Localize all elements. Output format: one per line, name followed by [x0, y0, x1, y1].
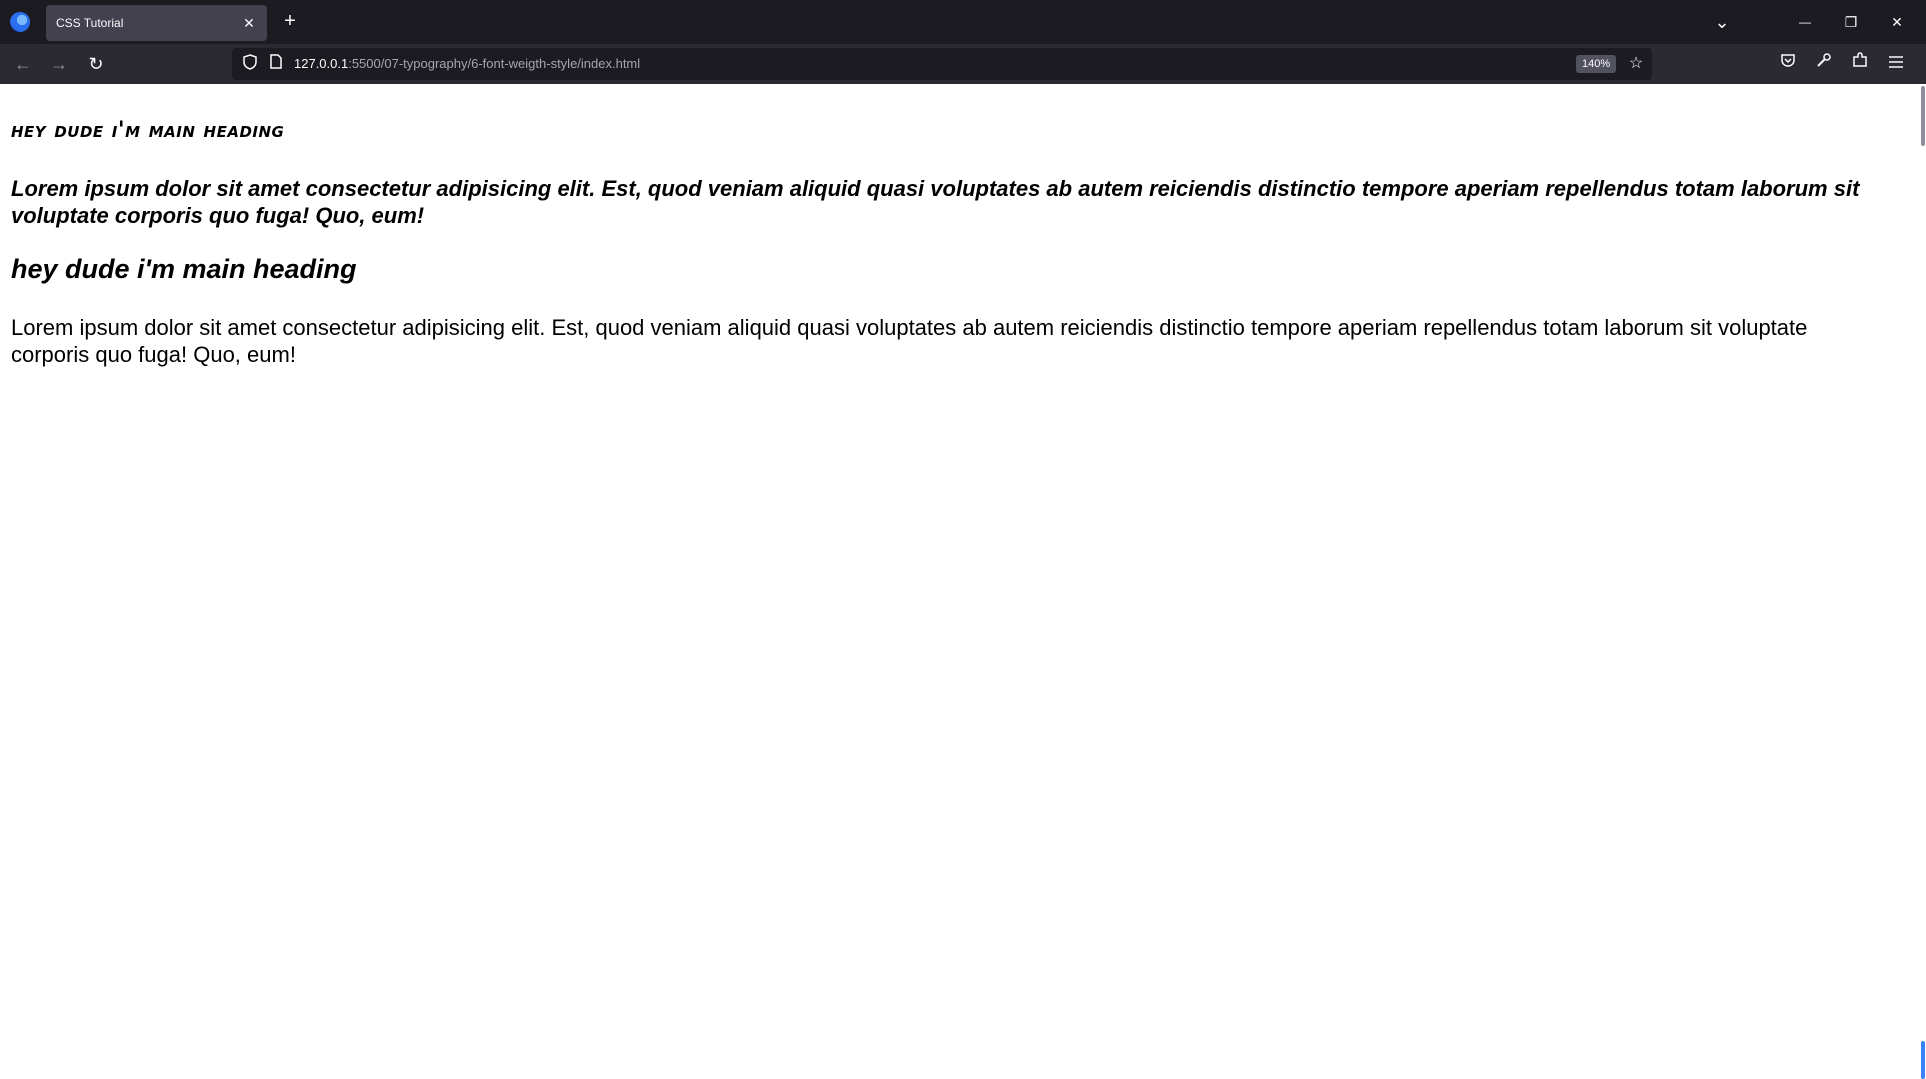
shield-icon[interactable]	[240, 54, 260, 74]
forward-button[interactable]: →	[45, 50, 73, 78]
heading-fancy: hey dude i'm main heading	[11, 118, 285, 143]
zoom-level-badge[interactable]: 140%	[1576, 55, 1617, 73]
pocket-icon[interactable]	[1774, 50, 1802, 78]
back-button[interactable]: ←	[9, 50, 37, 78]
navigation-toolbar: ← → ↻ 127.0.0.1:5500/07-typography/6-fon…	[0, 44, 1926, 84]
tab-css-tutorial[interactable]: CSS Tutorial ✕	[46, 5, 267, 41]
url-text[interactable]: 127.0.0.1:5500/07-typography/6-font-weig…	[294, 56, 640, 71]
tab-strip: CSS Tutorial ✕ + ⌄ — ❐ ✕	[0, 0, 1926, 44]
tab-title: CSS Tutorial	[56, 16, 124, 30]
firefox-icon[interactable]	[10, 12, 30, 32]
star-icon[interactable]: ☆	[1626, 54, 1646, 74]
list-all-tabs-button[interactable]: ⌄	[1702, 6, 1742, 38]
minimize-button[interactable]: —	[1785, 6, 1825, 38]
vertical-scrollbar[interactable]	[1920, 84, 1926, 1079]
paragraph-plain: Lorem ipsum dolor sit amet consectetur a…	[11, 315, 1808, 367]
close-icon[interactable]: ✕	[239, 13, 259, 33]
puzzle-icon[interactable]	[1846, 50, 1874, 78]
new-tab-button[interactable]: +	[278, 9, 302, 33]
heading-plain: hey dude i'm main heading	[11, 254, 357, 284]
url-path: :5500/07-typography/6-font-weigth-style/…	[348, 56, 641, 71]
hamburger-icon[interactable]	[1882, 50, 1910, 78]
url-bar[interactable]: 127.0.0.1:5500/07-typography/6-font-weig…	[232, 48, 1652, 80]
browser-window: CSS Tutorial ✕ + ⌄ — ❐ ✕ ← → ↻ 127.0.0.1…	[0, 0, 1926, 1079]
page-viewport: hey dude i'm main heading Lorem ipsum do…	[0, 84, 1920, 1079]
wrench-icon[interactable]	[1810, 50, 1838, 78]
window-close-button[interactable]: ✕	[1877, 6, 1917, 38]
scrollbar-accent	[1921, 1041, 1925, 1079]
url-host: 127.0.0.1	[294, 56, 349, 71]
paragraph-bold-italic: Lorem ipsum dolor sit amet consectetur a…	[11, 176, 1860, 228]
restore-button[interactable]: ❐	[1831, 6, 1871, 38]
page-icon[interactable]	[266, 54, 286, 74]
scrollbar-thumb[interactable]	[1921, 86, 1925, 146]
reload-button[interactable]: ↻	[82, 50, 110, 78]
